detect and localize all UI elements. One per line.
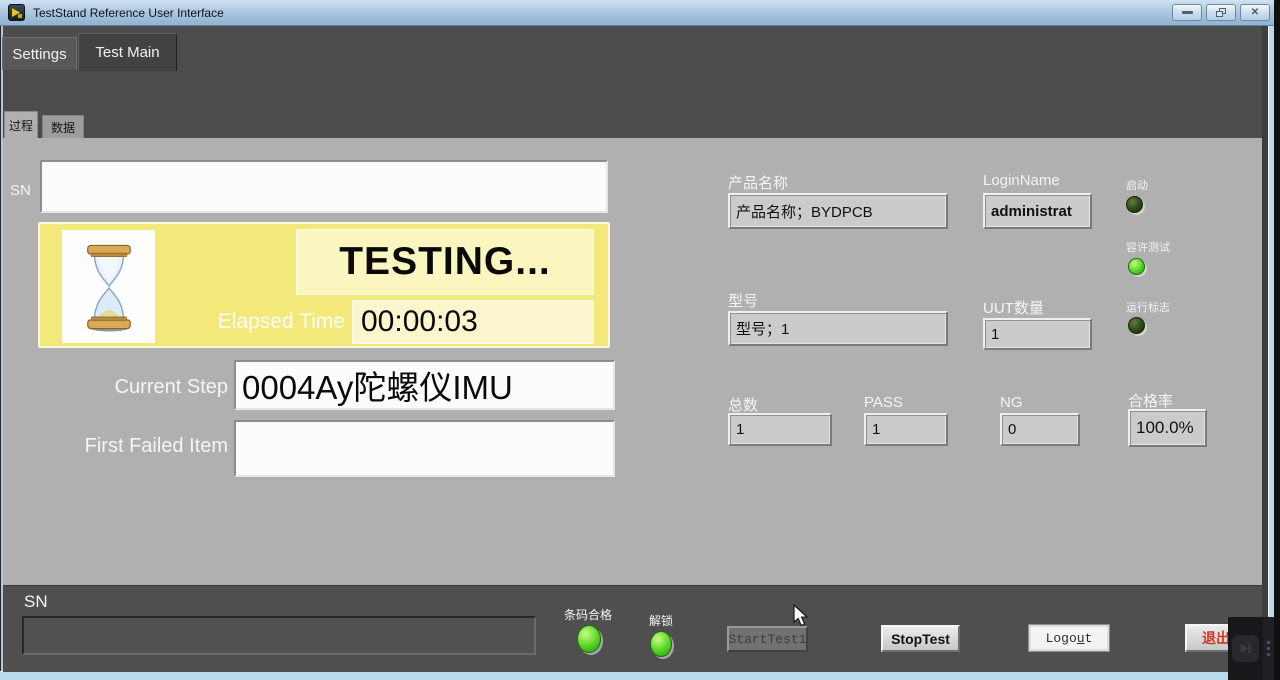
restore-icon [1216, 8, 1226, 17]
subtab-data-label: 数据 [51, 119, 75, 136]
start-test-button-label: StartTest1 [729, 632, 807, 647]
unlock-led-label: 解锁 [649, 612, 673, 629]
pass-rate-value: 100.0% [1128, 409, 1207, 447]
stop-test-button-label: StopTest [891, 631, 950, 647]
bottom-sn-label: SN [24, 592, 48, 612]
desktop-edge [1274, 0, 1280, 680]
model-value: 型号；1 [728, 311, 948, 346]
overlay-widget-body[interactable] [1228, 617, 1263, 680]
window-title: TestStand Reference User Interface [33, 6, 224, 20]
product-name-value: 产品名称；BYDPCB [728, 193, 948, 229]
teststand-app-icon [8, 4, 25, 21]
skip-next-icon[interactable] [1232, 635, 1259, 662]
login-name-value: administrat [983, 193, 1092, 229]
elapsed-time-value: 00:00:03 [352, 300, 594, 344]
first-failed-item-value [234, 420, 615, 477]
product-name-label: 产品名称 [728, 172, 788, 193]
allow-test-led [1128, 258, 1145, 275]
title-bar[interactable]: TestStand Reference User Interface ✕ [0, 0, 1280, 26]
overlay-drag-handle[interactable] [1263, 617, 1274, 680]
hourglass-icon [80, 239, 138, 335]
subtab-process-label: 过程 [9, 117, 33, 134]
teststand-window: TestStand Reference User Interface ✕ Set… [0, 0, 1280, 680]
total-value: 1 [728, 413, 832, 446]
uut-count-label: UUT数量 [983, 297, 1044, 318]
total-label: 总数 [728, 394, 758, 415]
logout-button-label: Logo [1046, 631, 1077, 646]
ng-label: NG [1000, 394, 1023, 411]
barcode-ok-led [577, 625, 601, 653]
stop-test-button[interactable]: StopTest [881, 625, 960, 652]
sn-label: SN [10, 182, 31, 199]
start-led-label: 启动 [1126, 177, 1148, 193]
close-icon: ✕ [1251, 7, 1259, 18]
start-test-button: StartTest1 [727, 626, 808, 652]
bottom-sn-input[interactable] [22, 616, 536, 655]
pass-rate-label: 合格率 [1128, 390, 1173, 411]
pass-label: PASS [864, 394, 903, 411]
unlock-led [650, 631, 672, 657]
model-label: 型号 [728, 290, 758, 311]
restore-button[interactable] [1206, 4, 1236, 21]
ng-value: 0 [1000, 413, 1080, 446]
uut-count-value: 1 [983, 318, 1092, 350]
tab-band [3, 26, 1262, 138]
pass-value: 1 [864, 413, 948, 446]
sn-input[interactable] [40, 160, 608, 213]
login-name-label: LoginName [983, 172, 1060, 189]
first-failed-item-label: First Failed Item [42, 435, 228, 458]
close-button[interactable]: ✕ [1240, 4, 1270, 21]
barcode-ok-led-label: 条码合格 [564, 606, 612, 623]
tab-settings-label: Settings [12, 46, 66, 63]
exit-button-label: 退出 [1202, 628, 1230, 648]
logout-button[interactable]: Logout [1028, 624, 1110, 652]
overlay-widget[interactable] [1228, 617, 1274, 680]
tab-settings[interactable]: Settings [2, 37, 77, 70]
subtab-process[interactable]: 过程 [4, 111, 38, 138]
window-border-bottom [0, 672, 1274, 680]
current-step-label: Current Step [80, 376, 228, 399]
allow-test-led-label: 容许测试 [1126, 239, 1170, 255]
subtab-data[interactable]: 数据 [42, 115, 84, 138]
minimize-icon [1182, 11, 1193, 14]
current-step-value: 0004Ay陀螺仪IMU [234, 360, 615, 410]
hourglass-box [62, 230, 155, 343]
elapsed-time-label: Elapsed Time [178, 310, 345, 334]
minimize-button[interactable] [1172, 4, 1202, 21]
tab-test-main-label: Test Main [95, 44, 159, 61]
run-flag-led [1128, 317, 1145, 334]
tab-test-main[interactable]: Test Main [78, 33, 177, 71]
run-flag-led-label: 运行标志 [1126, 299, 1170, 315]
start-led [1126, 196, 1143, 213]
testing-indicator: TESTING... [296, 229, 594, 295]
